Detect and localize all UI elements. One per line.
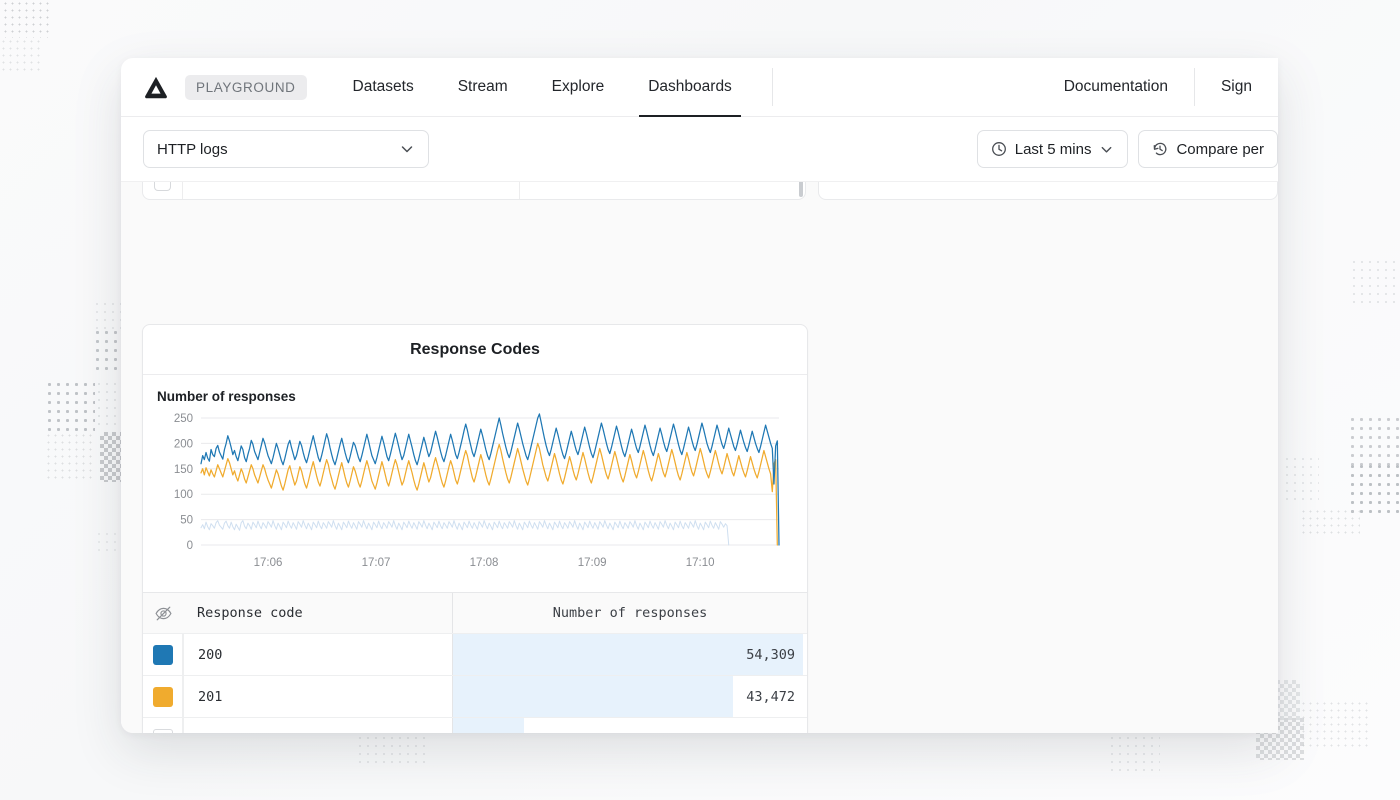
- y-axis-tick-label: 0: [187, 540, 193, 552]
- table-cell-number-of-responses: 54,309: [452, 634, 807, 675]
- x-axis-tick-label: 17:06: [254, 557, 283, 569]
- clock-icon: [991, 141, 1007, 157]
- dataset-select[interactable]: HTTP logs: [143, 130, 429, 168]
- dashboard-toolbar: HTTP logs Last 5 mins: [121, 117, 1278, 182]
- toggle-all-visibility-button[interactable]: [143, 593, 183, 633]
- table-bar-fill: [453, 676, 733, 717]
- table-cell-response-code: 200: [183, 634, 452, 675]
- panel-title: Response Codes: [143, 325, 807, 375]
- table-cell-number-of-responses: 10,988: [452, 718, 807, 733]
- table-cell-number-of-responses: 43,472: [452, 676, 807, 717]
- table-cell-count-value: 54,309: [746, 647, 795, 663]
- clipped-widget-table[interactable]: /api/v1/auth/login 375.02 ms: [142, 182, 806, 200]
- chart-caption: Number of responses: [157, 389, 807, 404]
- decor-dots-7: [45, 432, 95, 482]
- table-body: 20054,30920143,47250010,98830110,930: [143, 634, 807, 733]
- nav-tab-datasets[interactable]: Datasets: [331, 58, 436, 116]
- widget-scrollbar[interactable]: [799, 182, 803, 197]
- table-cell-response-code: 500: [183, 718, 452, 733]
- y-axis-tick-label: 150: [174, 464, 193, 476]
- chart-series-other: [201, 521, 729, 545]
- history-clock-icon: [1152, 141, 1168, 157]
- clipped-row-checkbox[interactable]: [143, 182, 183, 199]
- table-row[interactable]: 500 10,988: [143, 718, 807, 733]
- series-visibility-toggle[interactable]: [143, 676, 183, 717]
- nav-link-signin[interactable]: Sign: [1195, 58, 1278, 116]
- series-visibility-toggle[interactable]: [143, 718, 183, 733]
- nav-divider: [772, 68, 773, 106]
- x-axis-tick-label: 17:07: [362, 557, 391, 569]
- response-codes-table: Response code Number of responses 200 54,…: [143, 592, 807, 733]
- table-row[interactable]: 200 54,309: [143, 634, 807, 676]
- decor-dots-1: [2, 0, 52, 38]
- axiom-logo-icon[interactable]: [143, 74, 169, 100]
- table-cell-count-value: 10,988: [746, 731, 795, 734]
- y-axis-tick-label: 250: [174, 413, 193, 425]
- panel-chart-body: Number of responses 0 50 100 150 200 250 17:06…: [143, 375, 807, 592]
- checkbox-icon: [154, 182, 171, 191]
- table-column-number-of-responses[interactable]: Number of responses: [452, 593, 807, 633]
- y-axis-tick-label: 200: [174, 438, 193, 450]
- table-column-response-code[interactable]: Response code: [183, 593, 452, 633]
- chevron-down-icon: [1099, 142, 1114, 157]
- nav-tab-dashboards[interactable]: Dashboards: [626, 58, 754, 116]
- table-row[interactable]: 201 43,472: [143, 676, 807, 718]
- top-navigation-bar: PLAYGROUND Datasets Stream Explore Dashb…: [121, 58, 1278, 117]
- table-bar-fill: [453, 718, 524, 733]
- toolbar-right-group: Last 5 mins Compare per: [977, 130, 1278, 168]
- compare-period-label: Compare per: [1176, 141, 1264, 158]
- time-range-picker[interactable]: Last 5 mins: [977, 130, 1129, 168]
- decor-dots-11: [1348, 462, 1400, 514]
- series-visibility-toggle[interactable]: [143, 634, 183, 675]
- series-color-swatch: [153, 687, 173, 707]
- decor-dots-12: [1283, 455, 1319, 505]
- nav-tabs: Datasets Stream Explore Dashboards: [331, 58, 754, 116]
- y-axis-tick-label: 50: [180, 515, 193, 527]
- compare-period-button[interactable]: Compare per: [1138, 130, 1278, 168]
- decor-dots-2: [0, 38, 44, 74]
- x-axis-tick-label: 17:09: [578, 557, 607, 569]
- clipped-row-label: /api/v1/auth/login: [183, 182, 520, 199]
- decor-dots-9: [1350, 258, 1400, 306]
- clipped-widget-right[interactable]: [818, 182, 1278, 200]
- dataset-select-value: HTTP logs: [157, 141, 228, 158]
- time-range-value: Last 5 mins: [1015, 141, 1092, 158]
- nav-tab-explore[interactable]: Explore: [530, 58, 627, 116]
- app-window: PLAYGROUND Datasets Stream Explore Dashb…: [121, 58, 1278, 733]
- x-axis-tick-label: 17:10: [686, 557, 715, 569]
- dashboard-canvas: /api/v1/auth/login 375.02 ms Response Co…: [121, 182, 1278, 733]
- nav-tab-stream[interactable]: Stream: [436, 58, 530, 116]
- decor-dots-5: [45, 380, 95, 432]
- top-nav-right-group: Documentation Sign: [1038, 58, 1278, 116]
- table-cell-count-value: 43,472: [746, 689, 795, 705]
- x-axis-tick-label: 17:08: [470, 557, 499, 569]
- series-color-swatch: [153, 729, 173, 734]
- timeseries-chart[interactable]: 0 50 100 150 200 250 17:06 17:07 17:08 17:09 17:10: [157, 410, 793, 575]
- decor-dots-10: [1348, 415, 1400, 465]
- response-codes-panel: Response Codes Number of responses 0 50 10…: [142, 324, 808, 733]
- eye-slash-icon: [154, 604, 173, 623]
- decor-dots-13: [1300, 508, 1360, 538]
- chart-area[interactable]: 0 50 100 150 200 250 17:06 17:07 17:08 17:09 17:10: [157, 410, 793, 575]
- table-header-row: Response code Number of responses: [143, 593, 807, 634]
- decor-dots-16: [1300, 700, 1370, 750]
- clipped-widget-row: /api/v1/auth/login 375.02 ms: [142, 182, 1278, 200]
- workspace-badge[interactable]: PLAYGROUND: [185, 75, 307, 100]
- series-color-swatch: [153, 645, 173, 665]
- table-cell-response-code: 201: [183, 676, 452, 717]
- nav-link-documentation[interactable]: Documentation: [1038, 58, 1194, 116]
- clipped-row-value: 375.02 ms: [520, 182, 805, 199]
- y-axis-tick-label: 100: [174, 489, 193, 501]
- chevron-down-icon: [399, 141, 415, 157]
